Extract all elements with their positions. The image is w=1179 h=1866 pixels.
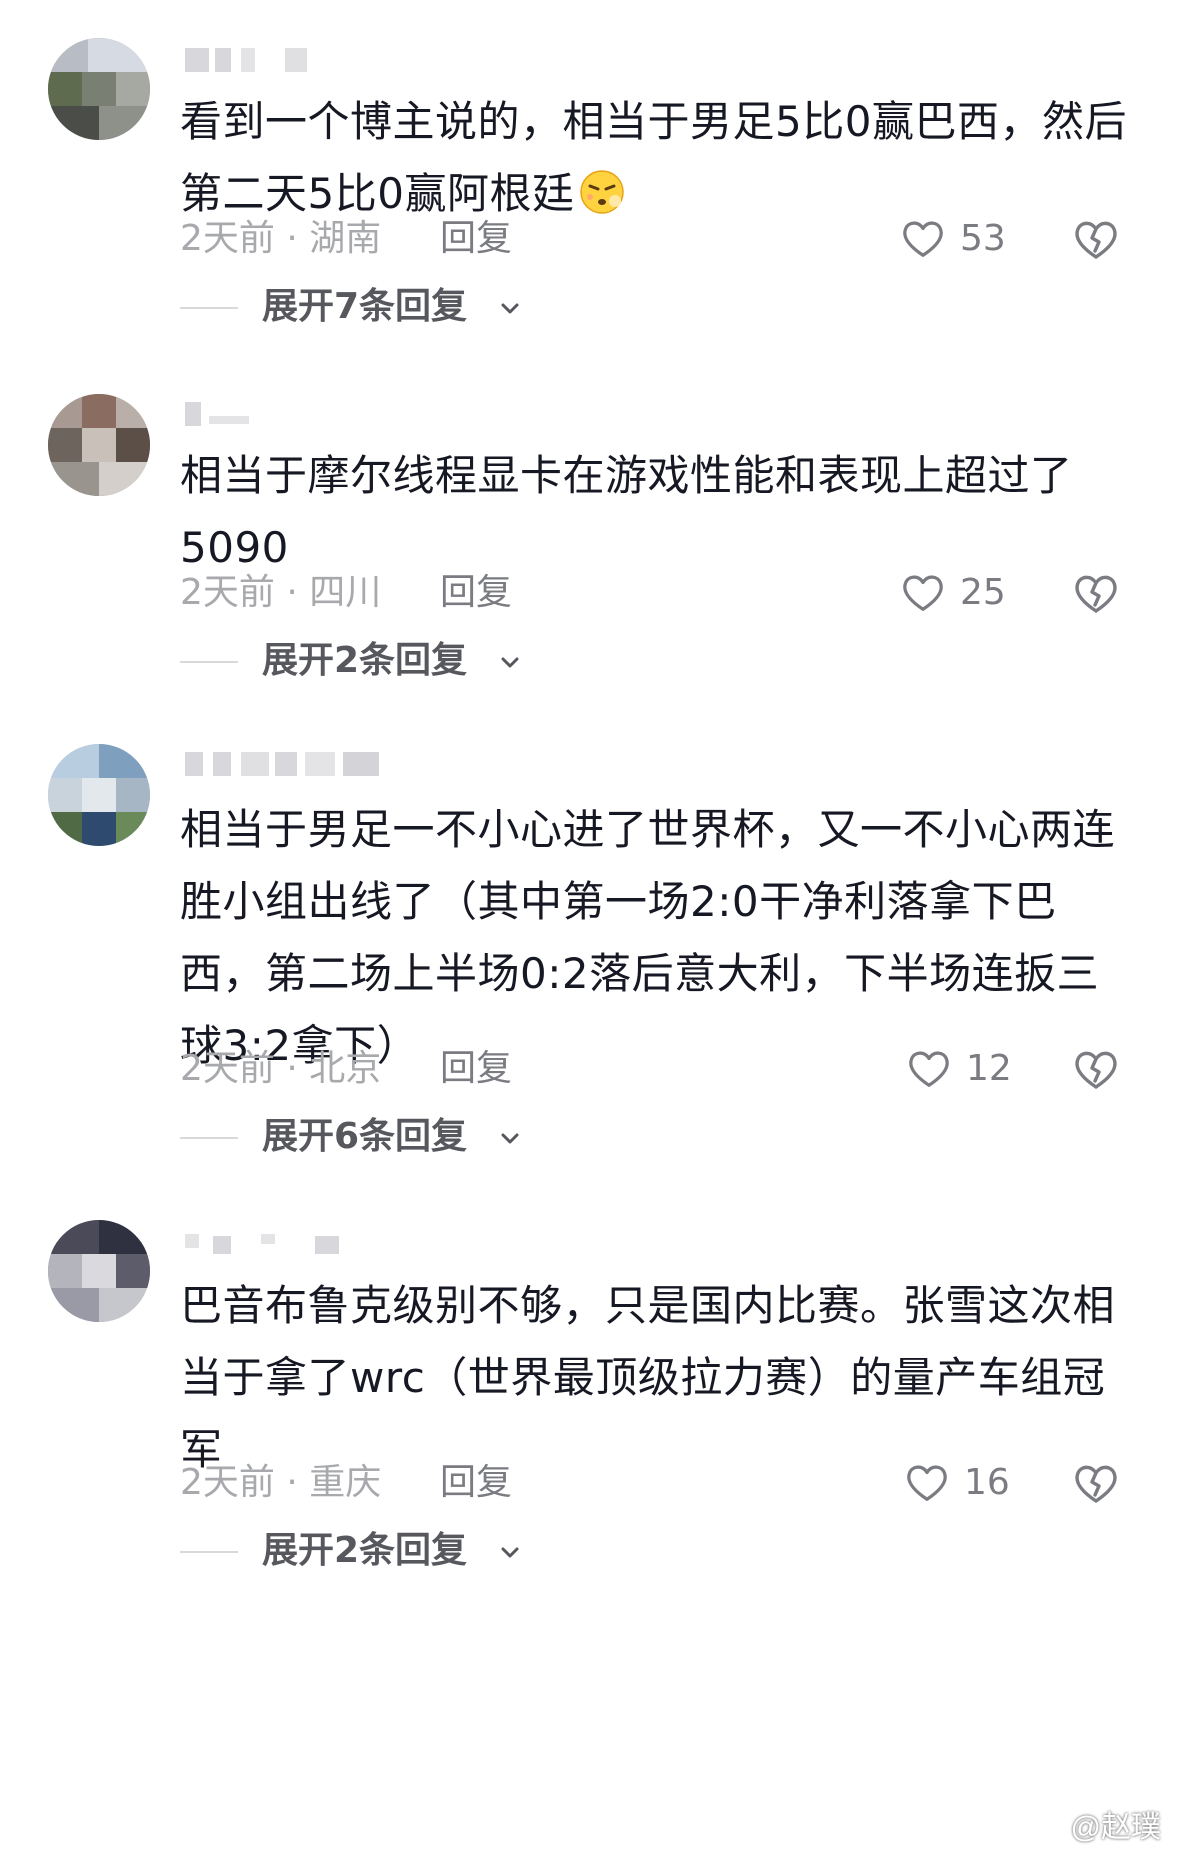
expand-replies-button[interactable]: 展开7条回复: [180, 282, 580, 332]
avatar[interactable]: [48, 394, 150, 496]
avatar[interactable]: [48, 1220, 150, 1322]
avatar[interactable]: [48, 38, 150, 140]
reply-button[interactable]: 回复: [440, 568, 512, 618]
comment-text-content: 巴音布鲁克级别不够，只是国内比赛。张雪这次相当于拿了wrc（世界最顶级拉力赛）的…: [180, 1281, 1116, 1474]
username-text: ▪▪: [185, 396, 186, 397]
expand-replies-label: 展开2条回复: [262, 1530, 468, 1571]
broken-heart-icon[interactable]: [1072, 1046, 1120, 1094]
comment-text: 看到一个博主说的，相当于男足5比0赢巴西，然后第二天5比0赢阿根廷: [180, 86, 1130, 230]
reply-button[interactable]: 回复: [440, 1458, 512, 1508]
like-count: 16: [964, 1462, 1010, 1503]
heart-icon: [903, 575, 943, 611]
like-count: 25: [960, 572, 1006, 613]
comment-text: 相当于男足一不小心进了世界杯，又一不小心两连胜小组出线了（其中第一场2:0干净利…: [180, 794, 1130, 1082]
heart-icon: [907, 1465, 947, 1501]
weibo-watermark: @赵璞: [1027, 1802, 1161, 1846]
watermark-text: @赵璞: [1070, 1811, 1161, 1844]
chevron-down-icon: [501, 303, 519, 314]
divider-line: [180, 661, 238, 663]
expand-replies-button[interactable]: 展开2条回复: [180, 636, 580, 686]
divider-line: [180, 307, 238, 309]
username[interactable]: ▪▪▪▪: [185, 42, 485, 76]
like-button[interactable]: 16: [904, 1458, 1034, 1508]
expand-replies-button[interactable]: 展开6条回复: [180, 1112, 580, 1162]
username-text: ▪▪▪▪: [185, 1224, 186, 1225]
broken-heart-icon[interactable]: [1072, 216, 1120, 264]
divider-line: [180, 1137, 238, 1139]
chevron-down-icon: [501, 1547, 519, 1558]
broken-heart-icon[interactable]: [1072, 570, 1120, 618]
heart-icon: [903, 221, 943, 257]
username-text: ▪▪▪▪: [185, 42, 186, 43]
time-location: 2天前 · 四川: [180, 572, 382, 613]
like-button[interactable]: 25: [900, 568, 1030, 618]
comment-meta: 2天前 · 四川 回复 25: [180, 568, 1140, 618]
expand-replies-label: 展开7条回复: [262, 286, 468, 327]
comment-meta: 2天前 · 北京 回复 12: [180, 1044, 1140, 1094]
divider-line: [180, 1551, 238, 1553]
comment-text-content: 相当于摩尔线程显卡在游戏性能和表现上超过了5090: [180, 451, 1073, 572]
expand-replies-button[interactable]: 展开2条回复: [180, 1526, 580, 1576]
comment-text: 巴音布鲁克级别不够，只是国内比赛。张雪这次相当于拿了wrc（世界最顶级拉力赛）的…: [180, 1270, 1130, 1486]
heart-icon: [909, 1051, 949, 1087]
time-location: 2天前 · 重庆: [180, 1462, 382, 1503]
comment-text: 相当于摩尔线程显卡在游戏性能和表现上超过了5090: [180, 440, 1130, 584]
like-count: 12: [966, 1048, 1012, 1089]
comment-meta: 2天前 · 湖南 回复 53: [180, 214, 1140, 264]
like-count: 53: [960, 218, 1006, 259]
time-location: 2天前 · 北京: [180, 1048, 382, 1089]
reply-button[interactable]: 回复: [440, 1044, 512, 1094]
username-text: ▪▪▪▪▪▪▪: [185, 746, 186, 747]
username[interactable]: ▪▪▪▪▪▪▪: [185, 746, 485, 780]
username[interactable]: ▪▪▪▪: [185, 1224, 485, 1258]
comment-meta: 2天前 · 重庆 回复 16: [180, 1458, 1140, 1508]
weibo-logo-icon: [1028, 1816, 1063, 1841]
comment-text-content: 看到一个博主说的，相当于男足5比0赢巴西，然后第二天5比0赢阿根廷: [180, 97, 1127, 218]
broken-heart-icon[interactable]: [1072, 1460, 1120, 1508]
chevron-down-icon: [501, 657, 519, 668]
chevron-down-icon: [501, 1133, 519, 1144]
reply-button[interactable]: 回复: [440, 214, 512, 264]
expand-replies-label: 展开2条回复: [262, 640, 468, 681]
username[interactable]: ▪▪: [185, 396, 485, 430]
face-exhaling-icon: [580, 170, 625, 214]
expand-replies-label: 展开6条回复: [262, 1116, 468, 1157]
like-button[interactable]: 12: [906, 1044, 1036, 1094]
time-location: 2天前 · 湖南: [180, 218, 382, 259]
like-button[interactable]: 53: [900, 214, 1030, 264]
comment-text-content: 相当于男足一不小心进了世界杯，又一不小心两连胜小组出线了（其中第一场2:0干净利…: [180, 805, 1116, 1070]
avatar[interactable]: [48, 744, 150, 846]
